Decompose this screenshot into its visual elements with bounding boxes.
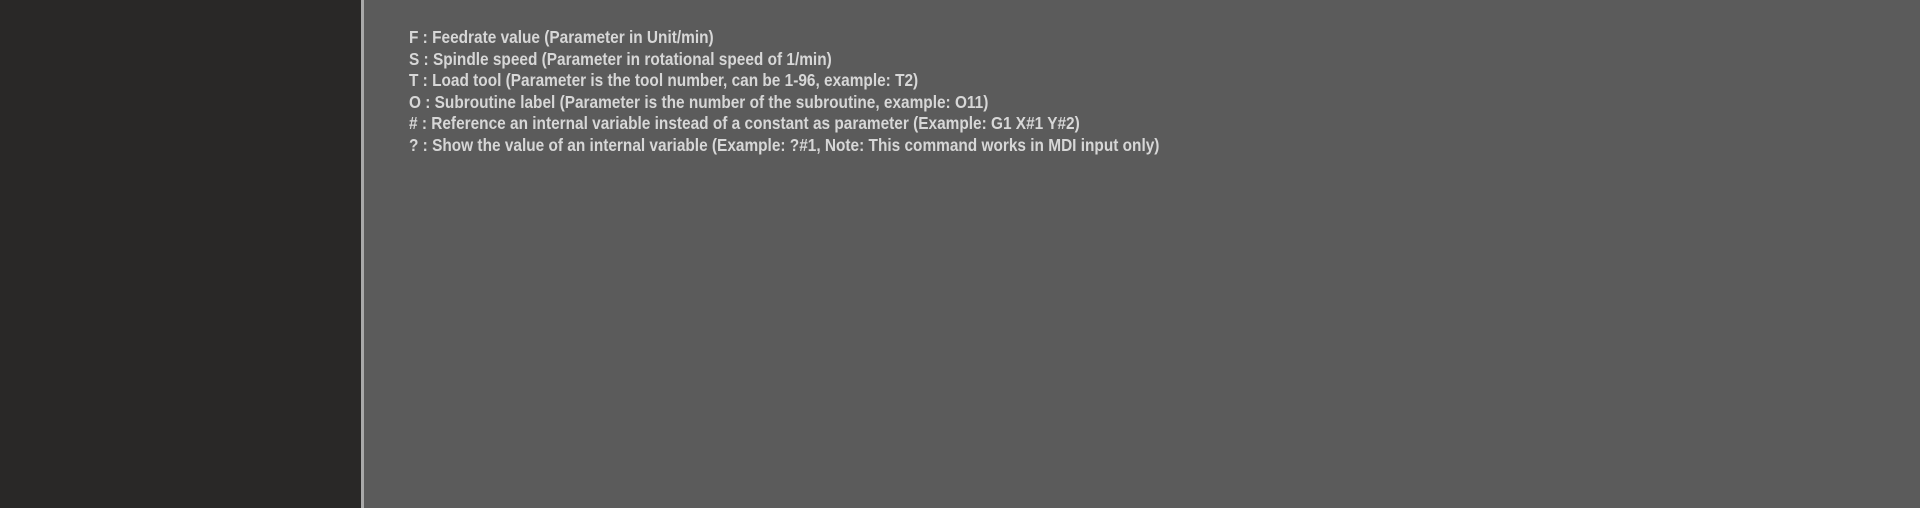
help-line-show-variable-value: ? : Show the value of an internal variab… xyxy=(409,134,1160,155)
help-content-panel: F : Feedrate value (Parameter in Unit/mi… xyxy=(364,0,1920,508)
help-line-load-tool: T : Load tool (Parameter is the tool num… xyxy=(409,70,919,90)
sidebar-panel xyxy=(0,0,361,508)
help-line-spindle-speed: S : Spindle speed (Parameter in rotation… xyxy=(409,48,832,69)
command-help-list: F : Feedrate value (Parameter in Unit/mi… xyxy=(409,27,1262,156)
help-line-subroutine-label: O : Subroutine label (Parameter is the n… xyxy=(409,91,989,112)
help-line-feedrate: F : Feedrate value (Parameter in Unit/mi… xyxy=(409,27,714,47)
app-window: F : Feedrate value (Parameter in Unit/mi… xyxy=(0,0,1920,508)
help-line-internal-variable-reference: # : Reference an internal variable inste… xyxy=(409,113,1080,133)
